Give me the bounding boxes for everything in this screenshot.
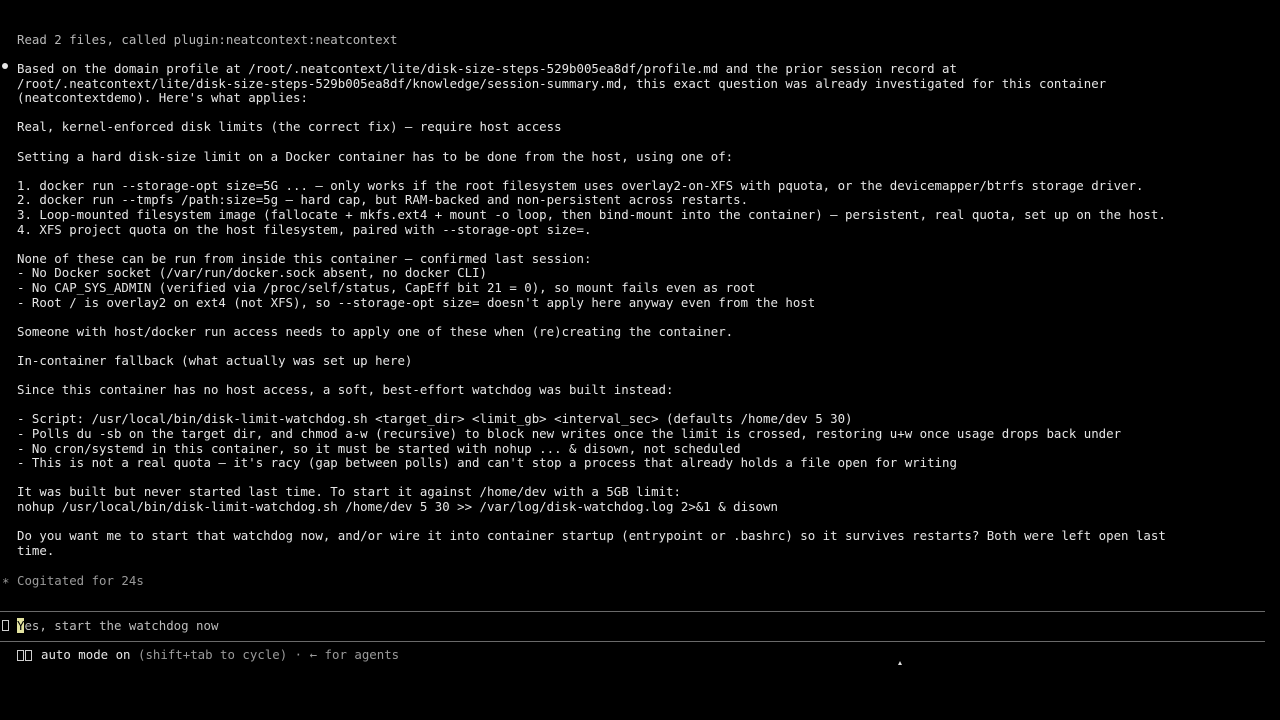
prompt-top-divider [0, 611, 1265, 612]
response-line: /root/.neatcontext/lite/disk-size-steps-… [17, 75, 1107, 91]
status-bar: auto mode on (shift+tab to cycle) · ← fo… [41, 647, 400, 663]
mouse-pointer-icon [898, 661, 902, 665]
response-line: Based on the domain profile at /root/.ne… [17, 61, 957, 76]
cogitated-status: Cogitated for 24s [17, 573, 144, 588]
response-line: Someone with host/docker run access need… [17, 323, 734, 339]
prompt-caret-icon [2, 620, 9, 631]
bullet-item: - This is not a real quota — it's racy (… [17, 455, 957, 471]
bullet-item: - Script: /usr/local/bin/disk-limit-watc… [17, 411, 853, 427]
response-heading: Real, kernel-enforced disk limits (the c… [17, 119, 562, 135]
response-line: It was built but never started last time… [17, 484, 681, 500]
response-question: time. [17, 542, 55, 558]
bullet-item: - No cron/systemd in this container, so … [17, 440, 741, 456]
numbered-item: 3. Loop-mounted filesystem image (falloc… [17, 207, 1166, 222]
auto-mode-icon [17, 650, 32, 661]
command-line: nohup /usr/local/bin/disk-limit-watchdog… [17, 499, 778, 514]
numbered-item: 2. docker run --tmpfs /path:size=5g — ha… [17, 192, 749, 208]
response-heading: In-container fallback (what actually was… [17, 353, 413, 368]
bullet-item: - Polls du -sb on the target dir, and ch… [17, 426, 1122, 441]
status-separator: · [294, 647, 303, 662]
numbered-item: 1. docker run --storage-opt size=5G ... … [17, 177, 1144, 193]
auto-mode-label[interactable]: auto mode on [41, 647, 131, 662]
response-line: None of these can be run from inside thi… [17, 250, 592, 266]
bullet-item: - No CAP_SYS_ADMIN (verified via /proc/s… [17, 280, 756, 295]
prompt-suggestion-text: es, start the watchdog now [24, 618, 219, 633]
response-line: Setting a hard disk-size limit on a Dock… [17, 148, 734, 164]
bullet-item: - No Docker socket (/var/run/docker.sock… [17, 265, 487, 281]
prompt-input[interactable]: Yes, start the watchdog now [17, 618, 219, 634]
cogitate-star-icon: * [2, 575, 10, 590]
tool-summary: Read 2 files, called plugin:neatcontext:… [17, 32, 398, 47]
agents-hint[interactable]: ← for agents [310, 647, 400, 662]
numbered-item: 4. XFS project quota on the host filesys… [17, 221, 592, 237]
response-bullet-icon [2, 63, 8, 69]
prompt-bottom-divider [0, 641, 1265, 642]
response-line: Since this container has no host access,… [17, 382, 674, 398]
mode-cycle-hint: (shift+tab to cycle) [138, 647, 288, 662]
response-question: Do you want me to start that watchdog no… [17, 528, 1166, 544]
response-line: (neatcontextdemo). Here's what applies: [17, 90, 308, 106]
bullet-item: - Root / is overlay2 on ext4 (not XFS), … [17, 294, 816, 310]
